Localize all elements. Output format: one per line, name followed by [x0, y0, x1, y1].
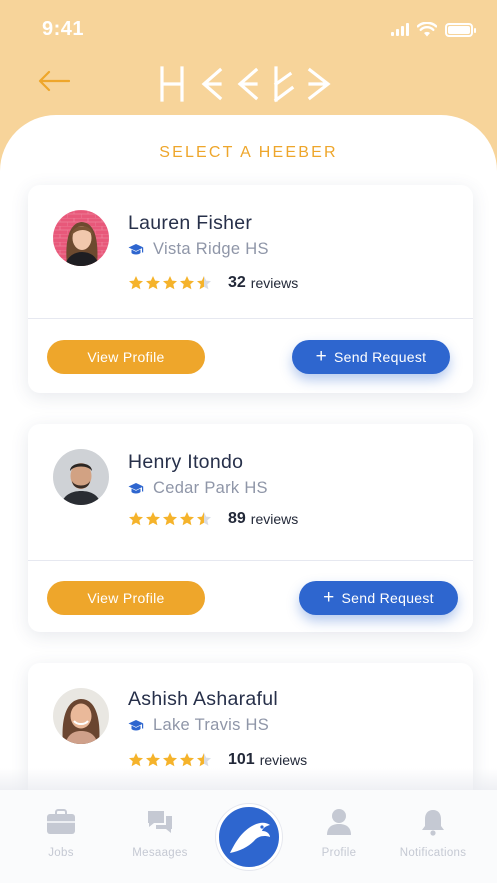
star-icon: [163, 276, 177, 290]
school-row: Vista Ridge HS: [128, 240, 269, 259]
heeber-name: Ashish Asharaful: [128, 688, 279, 710]
avatar: [53, 210, 109, 266]
view-profile-button[interactable]: View Profile: [47, 340, 205, 374]
signal-icon: [391, 23, 409, 36]
briefcase-icon: [47, 809, 75, 834]
avatar: [53, 449, 109, 505]
star-icon: [146, 276, 160, 290]
plus-icon: +: [323, 586, 335, 608]
star-icon: [180, 512, 194, 526]
school-row: Lake Travis HS: [128, 716, 269, 735]
review-label: reviews: [259, 752, 308, 768]
nav-item-messages[interactable]: Mesaages: [115, 808, 205, 859]
chat-icon: [148, 811, 172, 833]
school-row: Cedar Park HS: [128, 479, 268, 498]
rating-row: 32 reviews: [128, 274, 298, 292]
star-icon: [129, 512, 143, 526]
nav-label: Profile: [321, 847, 357, 859]
scroll-fade: [0, 768, 497, 792]
star-rating: [128, 511, 212, 527]
school-name: Cedar Park HS: [153, 479, 268, 497]
star-icon: [197, 753, 211, 767]
nav-label: Mesaages: [132, 847, 188, 859]
star-icon: [180, 276, 194, 290]
user-icon: [327, 809, 351, 835]
send-request-button[interactable]: + Send Request: [292, 340, 450, 374]
star-icon: [129, 753, 143, 767]
heeber-name: Henry Itondo: [128, 451, 244, 473]
graduation-cap-icon: [128, 243, 144, 254]
heeber-card: Lauren Fisher Vista Ridge HS 32 reviews …: [28, 185, 473, 393]
heeber-card: Henry Itondo Cedar Park HS 89 reviews Vi…: [28, 424, 473, 632]
avatar: [53, 688, 109, 744]
star-icon: [197, 276, 211, 290]
heeber-list-sheet: SELECT A HEEBER Lauren Fisher Vista Ridg…: [0, 115, 497, 815]
star-icon: [197, 512, 211, 526]
star-icon: [163, 753, 177, 767]
status-bar: 9:41: [0, 0, 497, 60]
nav-label: Jobs: [48, 847, 74, 859]
status-time: 9:41: [42, 18, 85, 40]
plus-icon: +: [315, 345, 328, 367]
nav-item-home[interactable]: [216, 804, 282, 870]
review-count: 101: [228, 751, 255, 768]
wifi-icon: [417, 22, 437, 37]
star-icon: [146, 753, 160, 767]
rating-row: 89 reviews: [128, 510, 298, 528]
review-label: reviews: [250, 511, 299, 527]
heeber-name: Lauren Fisher: [128, 212, 253, 234]
send-request-button[interactable]: + Send Request: [299, 581, 458, 615]
star-icon: [129, 276, 143, 290]
page-title: SELECT A HEEBER: [159, 144, 338, 161]
battery-icon: [445, 22, 476, 37]
view-profile-button[interactable]: View Profile: [47, 581, 205, 615]
heeber-logo: [160, 66, 331, 103]
card-divider: [28, 560, 473, 561]
nav-item-profile[interactable]: Profile: [294, 808, 384, 859]
graduation-cap-icon: [128, 719, 144, 730]
star-rating: [128, 752, 212, 768]
nav-item-jobs[interactable]: Jobs: [16, 808, 106, 859]
star-icon: [180, 753, 194, 767]
send-request-label: Send Request: [334, 349, 427, 365]
send-request-label: Send Request: [341, 590, 434, 606]
school-name: Vista Ridge HS: [153, 240, 269, 258]
review-count: 89: [228, 510, 246, 527]
rating-row: 101 reviews: [128, 751, 307, 769]
status-icons: [391, 22, 476, 37]
heeber-bird-icon: [230, 822, 270, 853]
nav-item-notifications[interactable]: Notifications: [388, 808, 478, 859]
graduation-cap-icon: [128, 482, 144, 493]
bell-icon: [422, 810, 444, 836]
arrow-left-icon: [38, 70, 70, 92]
star-icon: [163, 512, 177, 526]
review-count: 32: [228, 274, 246, 291]
nav-label: Notifications: [399, 847, 467, 859]
star-icon: [146, 512, 160, 526]
review-label: reviews: [250, 275, 299, 291]
star-rating: [128, 275, 212, 291]
back-button[interactable]: [36, 66, 72, 96]
bottom-nav: Jobs Mesaages Profile Notifications: [0, 790, 497, 883]
school-name: Lake Travis HS: [153, 716, 270, 734]
card-divider: [28, 318, 473, 319]
